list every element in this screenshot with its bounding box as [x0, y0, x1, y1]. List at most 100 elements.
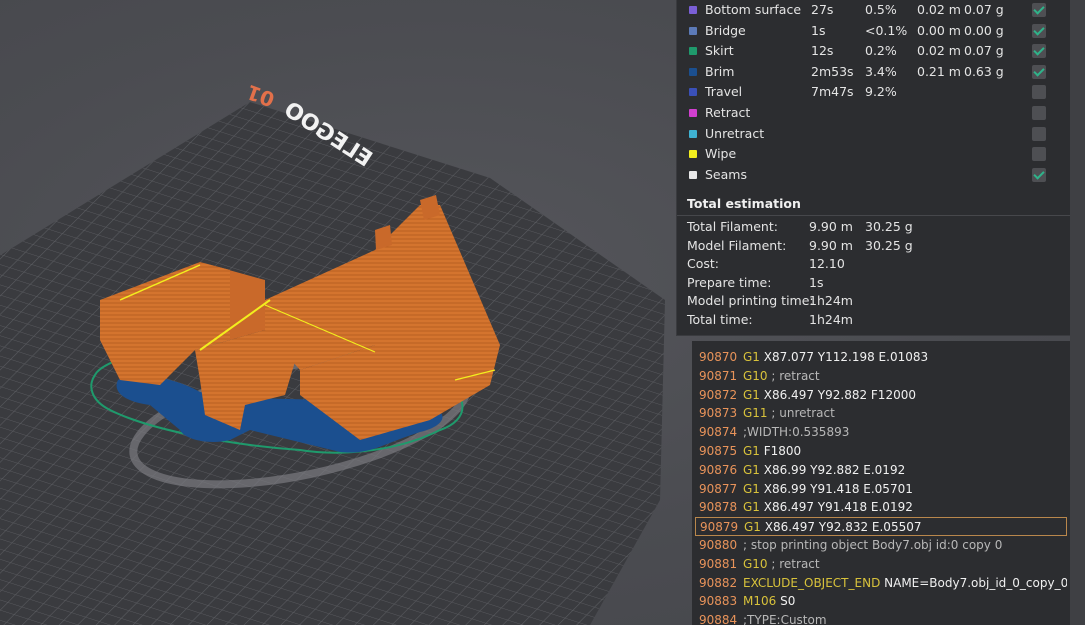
gcode-command: G1: [743, 444, 760, 458]
gcode-line-current[interactable]: 90879 G1 X86.497 Y92.832 E.05507: [695, 517, 1067, 537]
legend-swatch: [689, 170, 697, 179]
gcode-text: G1 X86.497 Y92.882 F12000: [743, 386, 916, 405]
gcode-line-number: 90875: [699, 444, 738, 458]
legend-percent: 3.4%: [865, 63, 897, 79]
gcode-line[interactable]: 90875 G1 F1800: [695, 442, 1067, 461]
legend-percent: 0.2%: [865, 43, 897, 59]
legend-feature-name: Unretract: [705, 125, 765, 141]
gcode-text: G1 X86.497 Y92.832 E.05507: [744, 518, 922, 535]
gcode-command: G10: [743, 368, 768, 383]
gcode-arguments: X86.497 Y91.418 E.0192: [759, 500, 913, 515]
visibility-checkbox[interactable]: [1032, 85, 1046, 100]
legend-swatch: [689, 26, 697, 35]
side-scroll-strip[interactable]: [1070, 0, 1085, 625]
legend-time: 7m47s: [811, 84, 854, 100]
gcode-arguments: X86.99 Y92.882 E.0192: [759, 462, 906, 477]
estimate-value: 1h24m: [809, 293, 853, 309]
gcode-text: G10 ; retract: [743, 555, 820, 574]
gcode-text: G11 ; unretract: [743, 404, 835, 423]
gcode-line[interactable]: 90876 G1 X86.99 Y92.882 E.0192: [695, 461, 1067, 480]
gcode-viewer[interactable]: 90870 G1 X87.077 Y112.198 E.01083 90871 G10…: [692, 341, 1070, 625]
legend-length: 0.21 m: [917, 63, 961, 79]
visibility-checkbox[interactable]: [1032, 147, 1046, 162]
estimate-value-secondary: 30.25 g: [865, 219, 913, 234]
legend-percent: 9.2%: [865, 84, 897, 100]
gcode-comment: ; retract: [767, 368, 820, 383]
gcode-command: G10: [743, 556, 768, 571]
estimate-label: Model Filament:: [687, 237, 787, 253]
legend-row-bottom-surface: Bottom surface 27s 0.5% 0.02 m 0.07 g: [677, 0, 1071, 20]
legend-row-seams: Seams: [677, 165, 1071, 185]
visibility-checkbox[interactable]: [1032, 106, 1046, 120]
legend-time: 27s: [811, 2, 834, 17]
gcode-comment: ; stop printing object Body7.obj id:0 co…: [743, 538, 1003, 552]
legend-swatch: [689, 67, 697, 76]
gcode-line[interactable]: 90871 G10 ; retract: [695, 367, 1067, 386]
visibility-checkbox[interactable]: [1032, 3, 1046, 17]
estimate-value: 12.10: [809, 256, 845, 272]
legend-row-retract: Retract: [677, 103, 1071, 123]
estimate-value: 9.90 m: [809, 237, 853, 253]
gcode-line[interactable]: 90872 G1 X86.497 Y92.882 F12000: [695, 386, 1067, 405]
gcode-text: G1 X87.077 Y112.198 E.01083: [743, 348, 928, 367]
gcode-line[interactable]: 90883 M106 S0: [695, 592, 1067, 611]
gcode-command: G11: [743, 406, 768, 421]
gcode-arguments: X86.497 Y92.832 E.05507: [760, 520, 922, 535]
legend-panel: Bottom surface 27s 0.5% 0.02 m 0.07 g Bridge 1…: [676, 0, 1071, 336]
estimate-row: Cost: 12.10: [687, 255, 1067, 273]
legend-row-brim: Brim 2m53s 3.4% 0.21 m 0.63 g: [677, 62, 1071, 82]
gcode-arguments: X86.497 Y92.882 F12000: [759, 387, 916, 402]
legend-feature-name: Bottom surface: [705, 2, 802, 17]
legend-feature-name: Bridge: [705, 22, 746, 38]
gcode-line-number: 90883: [699, 594, 738, 609]
gcode-line-number: 90873: [699, 406, 738, 421]
gcode-command: G1: [743, 462, 760, 477]
legend-weight: 0.00 g: [964, 22, 1004, 38]
legend-feature-name: Wipe: [705, 146, 737, 162]
gcode-line-number: 90876: [699, 462, 738, 477]
gcode-arguments: F1800: [759, 444, 802, 458]
estimate-row: Model Filament: 9.90 m 30.25 g: [687, 237, 1067, 255]
gcode-line[interactable]: 90881 G10 ; retract: [695, 555, 1067, 574]
gcode-line[interactable]: 90870 G1 X87.077 Y112.198 E.01083: [695, 348, 1067, 367]
gcode-text: G10 ; retract: [743, 367, 820, 386]
gcode-line[interactable]: 90884 ;TYPE:Custom: [695, 611, 1067, 625]
legend-row-skirt: Skirt 12s 0.2% 0.02 m 0.07 g: [677, 41, 1071, 61]
visibility-checkbox[interactable]: [1032, 23, 1046, 38]
gcode-line[interactable]: 90882 EXCLUDE_OBJECT_END NAME=Body7.obj_i…: [695, 574, 1067, 593]
visibility-checkbox[interactable]: [1032, 64, 1046, 79]
gcode-text: G1 X86.99 Y92.882 E.0192: [743, 461, 905, 480]
legend-row-travel: Travel 7m47s 9.2%: [677, 82, 1071, 102]
legend-percent: 0.5%: [865, 2, 897, 17]
gcode-line[interactable]: 90873 G11 ; unretract: [695, 404, 1067, 423]
gcode-command: G1: [744, 520, 761, 535]
estimate-label: Prepare time:: [687, 274, 772, 290]
gcode-text: ;TYPE:Custom: [743, 611, 827, 625]
estimate-label: Total Filament:: [687, 219, 778, 234]
section-divider: [677, 215, 1071, 216]
estimate-value: 1h24m: [809, 312, 853, 327]
gcode-text: ;WIDTH:0.535893: [743, 423, 849, 442]
gcode-comment: ; unretract: [767, 406, 835, 421]
gcode-command: M106: [743, 594, 777, 609]
gcode-line[interactable]: 90877 G1 X86.99 Y91.418 E.05701: [695, 480, 1067, 499]
gcode-line-number: 90871: [699, 368, 738, 383]
legend-percent: <0.1%: [865, 22, 908, 38]
visibility-checkbox[interactable]: [1032, 126, 1046, 141]
gcode-command: G1: [743, 500, 760, 515]
total-estimation-heading: Total estimation: [687, 196, 801, 211]
gcode-line[interactable]: 90874 ;WIDTH:0.535893: [695, 423, 1067, 442]
gcode-line[interactable]: 90878 G1 X86.497 Y91.418 E.0192: [695, 498, 1067, 517]
gcode-line[interactable]: 90880 ; stop printing object Body7.obj id…: [695, 536, 1067, 555]
visibility-checkbox[interactable]: [1032, 44, 1046, 59]
legend-time: 1s: [811, 22, 826, 38]
gcode-text: G1 F1800: [743, 442, 801, 461]
gcode-line-number: 90879: [700, 520, 739, 535]
estimate-row: Total time: 1h24m: [687, 311, 1067, 329]
legend-swatch: [689, 129, 697, 138]
estimate-label: Cost:: [687, 256, 720, 272]
visibility-checkbox[interactable]: [1032, 167, 1046, 182]
legend-feature-name: Travel: [705, 84, 743, 100]
estimate-row: Model printing time: 1h24m: [687, 292, 1067, 310]
legend-swatch: [689, 109, 697, 117]
